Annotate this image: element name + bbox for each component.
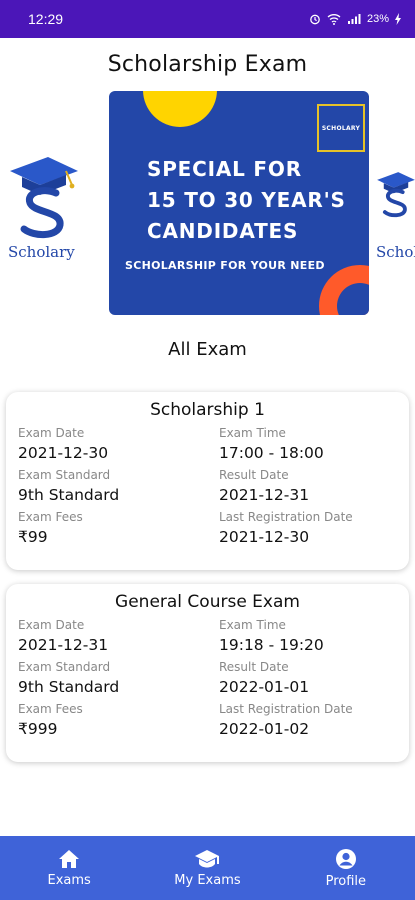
result-date-field: Result Date 2022-01-01 (219, 660, 399, 699)
exam-standard-value: 9th Standard (18, 678, 120, 696)
nav-label-profile: Profile (325, 873, 367, 889)
exam-time-field: Exam Time 19:18 - 19:20 (219, 618, 399, 657)
section-title-all-exam: All Exam (168, 339, 247, 360)
bottom-nav: Exams My Exams Profile (0, 836, 415, 900)
result-date-value: 2021-12-31 (219, 486, 310, 504)
exam-fees-value: ₹999 (18, 720, 58, 738)
exam-time-value: 19:18 - 19:20 (219, 636, 324, 654)
nav-item-profile[interactable]: Profile (291, 848, 401, 889)
exam-fees-field: Exam Fees ₹99 (18, 510, 219, 549)
last-registration-label: Last Registration Date (219, 510, 353, 524)
graduation-cap-icon (195, 849, 220, 867)
last-registration-label: Last Registration Date (219, 702, 353, 716)
promo-banner[interactable]: SCHOLARY SPECIAL FOR 15 TO 30 YEAR'S CAN… (109, 91, 369, 315)
last-registration-field: Last Registration Date 2022-01-02 (219, 702, 399, 741)
exam-time-label: Exam Time (219, 426, 286, 440)
exam-date-value: 2021-12-30 (18, 444, 109, 462)
exam-fees-value: ₹99 (18, 528, 48, 546)
exam-date-field: Exam Date 2021-12-30 (18, 426, 219, 465)
nav-label-my-exams: My Exams (174, 872, 241, 888)
exam-standard-label: Exam Standard (18, 468, 111, 482)
exam-card[interactable]: General Course Exam Exam Date 2021-12-31… (6, 584, 409, 762)
result-date-field: Result Date 2021-12-31 (219, 468, 399, 507)
banner-badge: SCHOLARY (317, 104, 365, 152)
exam-standard-label: Exam Standard (18, 660, 111, 674)
exam-card[interactable]: Scholarship 1 Exam Date 2021-12-30 Exam … (6, 392, 409, 570)
nav-label-exams: Exams (47, 872, 91, 888)
banner-orange-arc (319, 265, 369, 315)
exam-name: General Course Exam (115, 592, 300, 612)
signal-icon (347, 14, 361, 24)
graduation-cap-logo-icon (377, 172, 415, 218)
exam-standard-field: Exam Standard 9th Standard (18, 660, 219, 699)
scholary-brand-left: Scholary (8, 243, 75, 261)
battery-percent: 23% (366, 13, 389, 25)
alarm-icon (310, 14, 320, 25)
exam-date-label: Exam Date (18, 426, 85, 440)
banner-headline: SPECIAL FOR 15 TO 30 YEAR'S CANDIDATES (147, 154, 346, 247)
exam-standard-value: 9th Standard (18, 486, 120, 504)
banner-yellow-circle (143, 91, 217, 127)
last-registration-value: 2021-12-30 (219, 528, 310, 546)
last-registration-field: Last Registration Date 2021-12-30 (219, 510, 399, 549)
home-icon (59, 849, 80, 868)
banner-line-2: 15 TO 30 YEAR'S (147, 188, 346, 212)
banner-subtitle: SCHOLARSHIP FOR YOUR NEED (125, 259, 325, 272)
nav-item-my-exams[interactable]: My Exams (152, 849, 262, 888)
exam-time-field: Exam Time 17:00 - 18:00 (219, 426, 399, 465)
scholary-brand-right: Schol (376, 243, 415, 261)
graduation-cap-logo-icon (10, 157, 78, 238)
page-title: Scholarship Exam (107, 52, 308, 77)
exam-time-label: Exam Time (219, 618, 286, 632)
exam-fees-label: Exam Fees (18, 702, 83, 716)
battery-charging-icon (395, 13, 401, 25)
result-date-label: Result Date (219, 468, 289, 482)
result-date-label: Result Date (219, 660, 289, 674)
status-icons: 23% (309, 13, 401, 25)
exam-fees-label: Exam Fees (18, 510, 83, 524)
exam-date-field: Exam Date 2021-12-31 (18, 618, 219, 657)
exam-standard-field: Exam Standard 9th Standard (18, 468, 219, 507)
banner-carousel[interactable]: Scholary SCHOLARY SPECIAL FOR 15 TO 30 Y… (0, 91, 415, 319)
nav-item-exams[interactable]: Exams (14, 849, 124, 888)
exam-fees-field: Exam Fees ₹999 (18, 702, 219, 741)
result-date-value: 2022-01-01 (219, 678, 310, 696)
status-bar: 12:29 23% (0, 0, 415, 38)
wifi-icon (327, 14, 341, 25)
exam-name: Scholarship 1 (150, 400, 265, 420)
exam-date-value: 2021-12-31 (18, 636, 109, 654)
account-circle-icon (335, 848, 356, 869)
scholary-logo-left: Scholary (8, 141, 88, 261)
scholary-logo-right: Schol (376, 141, 415, 261)
banner-line-3: CANDIDATES (147, 219, 299, 243)
exam-time-value: 17:00 - 18:00 (219, 444, 324, 462)
last-registration-value: 2022-01-02 (219, 720, 310, 738)
exam-date-label: Exam Date (18, 618, 85, 632)
status-time: 12:29 (28, 11, 64, 27)
banner-line-1: SPECIAL FOR (147, 157, 302, 181)
